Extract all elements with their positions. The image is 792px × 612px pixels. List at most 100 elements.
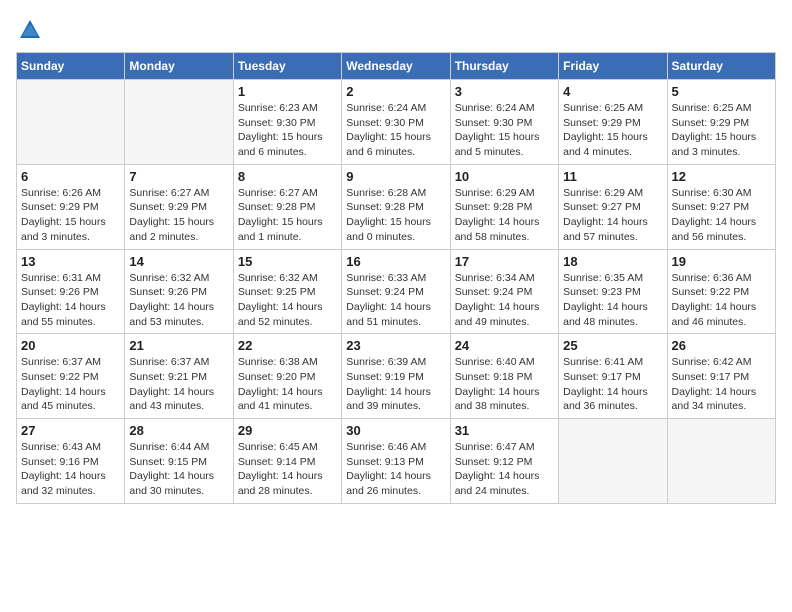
calendar-cell: 3 Sunrise: 6:24 AM Sunset: 9:30 PM Daylig… bbox=[450, 80, 558, 165]
calendar-cell bbox=[559, 419, 667, 504]
day-number: 24 bbox=[455, 338, 554, 353]
calendar-week-row: 13Sunrise: 6:31 AM Sunset: 9:26 PM Dayli… bbox=[17, 249, 776, 334]
day-info: Sunrise: 6:29 AM Sunset: 9:27 PM Dayligh… bbox=[563, 186, 662, 245]
day-number: 14 bbox=[129, 254, 228, 269]
day-number: 9 bbox=[346, 169, 445, 184]
calendar-cell: 20 Sunrise: 6:37 AM Sunset: 9:22 PM Dayli… bbox=[17, 334, 125, 419]
day-info: Sunrise: 6:45 AM Sunset: 9:14 PM Dayligh… bbox=[238, 440, 337, 499]
day-info: Sunrise: 6:44 AM Sunset: 9:15 PM Dayligh… bbox=[129, 440, 228, 499]
calendar-cell: 12 Sunrise: 6:30 AM Sunset: 9:27 PM Dayli… bbox=[667, 164, 775, 249]
calendar-cell: 21Sunrise: 6:37 AM Sunset: 9:21 PM Dayli… bbox=[125, 334, 233, 419]
day-info: Sunrise: 6:24 AM Sunset: 9:30 PM Dayligh… bbox=[455, 101, 554, 160]
calendar-cell: 8Sunrise: 6:27 AM Sunset: 9:28 PM Daylig… bbox=[233, 164, 341, 249]
day-number: 11 bbox=[563, 169, 662, 184]
day-number: 6 bbox=[21, 169, 120, 184]
logo-icon bbox=[16, 16, 44, 44]
calendar-cell: 16 Sunrise: 6:33 AM Sunset: 9:24 PM Dayli… bbox=[342, 249, 450, 334]
calendar-cell: 26 Sunrise: 6:42 AM Sunset: 9:17 PM Dayli… bbox=[667, 334, 775, 419]
day-info: Sunrise: 6:35 AM Sunset: 9:23 PM Dayligh… bbox=[563, 271, 662, 330]
day-number: 1 bbox=[238, 84, 337, 99]
day-number: 29 bbox=[238, 423, 337, 438]
weekday-header-tuesday: Tuesday bbox=[233, 53, 341, 80]
logo bbox=[16, 16, 48, 44]
calendar-cell: 1 Sunrise: 6:23 AM Sunset: 9:30 PM Daylig… bbox=[233, 80, 341, 165]
day-number: 12 bbox=[672, 169, 771, 184]
day-number: 22 bbox=[238, 338, 337, 353]
weekday-header-sunday: Sunday bbox=[17, 53, 125, 80]
calendar-cell: 2Sunrise: 6:24 AM Sunset: 9:30 PM Daylig… bbox=[342, 80, 450, 165]
weekday-header-wednesday: Wednesday bbox=[342, 53, 450, 80]
calendar-cell: 30 Sunrise: 6:46 AM Sunset: 9:13 PM Dayli… bbox=[342, 419, 450, 504]
day-info: Sunrise: 6:42 AM Sunset: 9:17 PM Dayligh… bbox=[672, 355, 771, 414]
day-info: Sunrise: 6:38 AM Sunset: 9:20 PM Dayligh… bbox=[238, 355, 337, 414]
day-info: Sunrise: 6:23 AM Sunset: 9:30 PM Dayligh… bbox=[238, 101, 337, 160]
calendar-cell: 25 Sunrise: 6:41 AM Sunset: 9:17 PM Dayli… bbox=[559, 334, 667, 419]
calendar-cell bbox=[667, 419, 775, 504]
calendar-cell: 18 Sunrise: 6:35 AM Sunset: 9:23 PM Dayli… bbox=[559, 249, 667, 334]
calendar-week-row: 20 Sunrise: 6:37 AM Sunset: 9:22 PM Dayli… bbox=[17, 334, 776, 419]
weekday-header-friday: Friday bbox=[559, 53, 667, 80]
day-info: Sunrise: 6:25 AM Sunset: 9:29 PM Dayligh… bbox=[563, 101, 662, 160]
weekday-header-saturday: Saturday bbox=[667, 53, 775, 80]
day-number: 10 bbox=[455, 169, 554, 184]
day-info: Sunrise: 6:46 AM Sunset: 9:13 PM Dayligh… bbox=[346, 440, 445, 499]
day-info: Sunrise: 6:28 AM Sunset: 9:28 PM Dayligh… bbox=[346, 186, 445, 245]
calendar-week-row: 27Sunrise: 6:43 AM Sunset: 9:16 PM Dayli… bbox=[17, 419, 776, 504]
calendar-cell: 29 Sunrise: 6:45 AM Sunset: 9:14 PM Dayli… bbox=[233, 419, 341, 504]
day-number: 27 bbox=[21, 423, 120, 438]
day-number: 20 bbox=[21, 338, 120, 353]
day-info: Sunrise: 6:33 AM Sunset: 9:24 PM Dayligh… bbox=[346, 271, 445, 330]
day-number: 17 bbox=[455, 254, 554, 269]
day-info: Sunrise: 6:24 AM Sunset: 9:30 PM Dayligh… bbox=[346, 101, 445, 160]
calendar-cell: 15Sunrise: 6:32 AM Sunset: 9:25 PM Dayli… bbox=[233, 249, 341, 334]
day-info: Sunrise: 6:34 AM Sunset: 9:24 PM Dayligh… bbox=[455, 271, 554, 330]
day-number: 28 bbox=[129, 423, 228, 438]
calendar-table: SundayMondayTuesdayWednesdayThursdayFrid… bbox=[16, 52, 776, 504]
calendar-cell: 13Sunrise: 6:31 AM Sunset: 9:26 PM Dayli… bbox=[17, 249, 125, 334]
day-number: 3 bbox=[455, 84, 554, 99]
day-info: Sunrise: 6:30 AM Sunset: 9:27 PM Dayligh… bbox=[672, 186, 771, 245]
calendar-cell: 4 Sunrise: 6:25 AM Sunset: 9:29 PM Daylig… bbox=[559, 80, 667, 165]
day-info: Sunrise: 6:25 AM Sunset: 9:29 PM Dayligh… bbox=[672, 101, 771, 160]
calendar-cell: 22 Sunrise: 6:38 AM Sunset: 9:20 PM Dayli… bbox=[233, 334, 341, 419]
calendar-cell bbox=[17, 80, 125, 165]
day-info: Sunrise: 6:29 AM Sunset: 9:28 PM Dayligh… bbox=[455, 186, 554, 245]
day-info: Sunrise: 6:37 AM Sunset: 9:22 PM Dayligh… bbox=[21, 355, 120, 414]
day-number: 4 bbox=[563, 84, 662, 99]
day-info: Sunrise: 6:47 AM Sunset: 9:12 PM Dayligh… bbox=[455, 440, 554, 499]
day-number: 8 bbox=[238, 169, 337, 184]
day-info: Sunrise: 6:41 AM Sunset: 9:17 PM Dayligh… bbox=[563, 355, 662, 414]
day-number: 13 bbox=[21, 254, 120, 269]
day-number: 15 bbox=[238, 254, 337, 269]
day-number: 16 bbox=[346, 254, 445, 269]
day-number: 31 bbox=[455, 423, 554, 438]
day-info: Sunrise: 6:36 AM Sunset: 9:22 PM Dayligh… bbox=[672, 271, 771, 330]
page-header bbox=[16, 16, 776, 44]
calendar-cell: 24 Sunrise: 6:40 AM Sunset: 9:18 PM Dayli… bbox=[450, 334, 558, 419]
day-number: 30 bbox=[346, 423, 445, 438]
day-number: 18 bbox=[563, 254, 662, 269]
day-info: Sunrise: 6:26 AM Sunset: 9:29 PM Dayligh… bbox=[21, 186, 120, 245]
day-info: Sunrise: 6:27 AM Sunset: 9:29 PM Dayligh… bbox=[129, 186, 228, 245]
calendar-cell: 17 Sunrise: 6:34 AM Sunset: 9:24 PM Dayli… bbox=[450, 249, 558, 334]
calendar-cell: 31 Sunrise: 6:47 AM Sunset: 9:12 PM Dayli… bbox=[450, 419, 558, 504]
calendar-cell: 10 Sunrise: 6:29 AM Sunset: 9:28 PM Dayli… bbox=[450, 164, 558, 249]
day-number: 5 bbox=[672, 84, 771, 99]
weekday-header-monday: Monday bbox=[125, 53, 233, 80]
day-number: 26 bbox=[672, 338, 771, 353]
calendar-header-row: SundayMondayTuesdayWednesdayThursdayFrid… bbox=[17, 53, 776, 80]
calendar-week-row: 6 Sunrise: 6:26 AM Sunset: 9:29 PM Daylig… bbox=[17, 164, 776, 249]
calendar-cell: 27Sunrise: 6:43 AM Sunset: 9:16 PM Dayli… bbox=[17, 419, 125, 504]
calendar-cell: 23Sunrise: 6:39 AM Sunset: 9:19 PM Dayli… bbox=[342, 334, 450, 419]
calendar-cell: 6 Sunrise: 6:26 AM Sunset: 9:29 PM Daylig… bbox=[17, 164, 125, 249]
day-info: Sunrise: 6:40 AM Sunset: 9:18 PM Dayligh… bbox=[455, 355, 554, 414]
calendar-week-row: 1 Sunrise: 6:23 AM Sunset: 9:30 PM Daylig… bbox=[17, 80, 776, 165]
calendar-cell bbox=[125, 80, 233, 165]
day-info: Sunrise: 6:32 AM Sunset: 9:26 PM Dayligh… bbox=[129, 271, 228, 330]
calendar-cell: 11 Sunrise: 6:29 AM Sunset: 9:27 PM Dayli… bbox=[559, 164, 667, 249]
weekday-header-thursday: Thursday bbox=[450, 53, 558, 80]
day-number: 25 bbox=[563, 338, 662, 353]
calendar-cell: 28 Sunrise: 6:44 AM Sunset: 9:15 PM Dayli… bbox=[125, 419, 233, 504]
calendar-cell: 9 Sunrise: 6:28 AM Sunset: 9:28 PM Daylig… bbox=[342, 164, 450, 249]
day-info: Sunrise: 6:39 AM Sunset: 9:19 PM Dayligh… bbox=[346, 355, 445, 414]
